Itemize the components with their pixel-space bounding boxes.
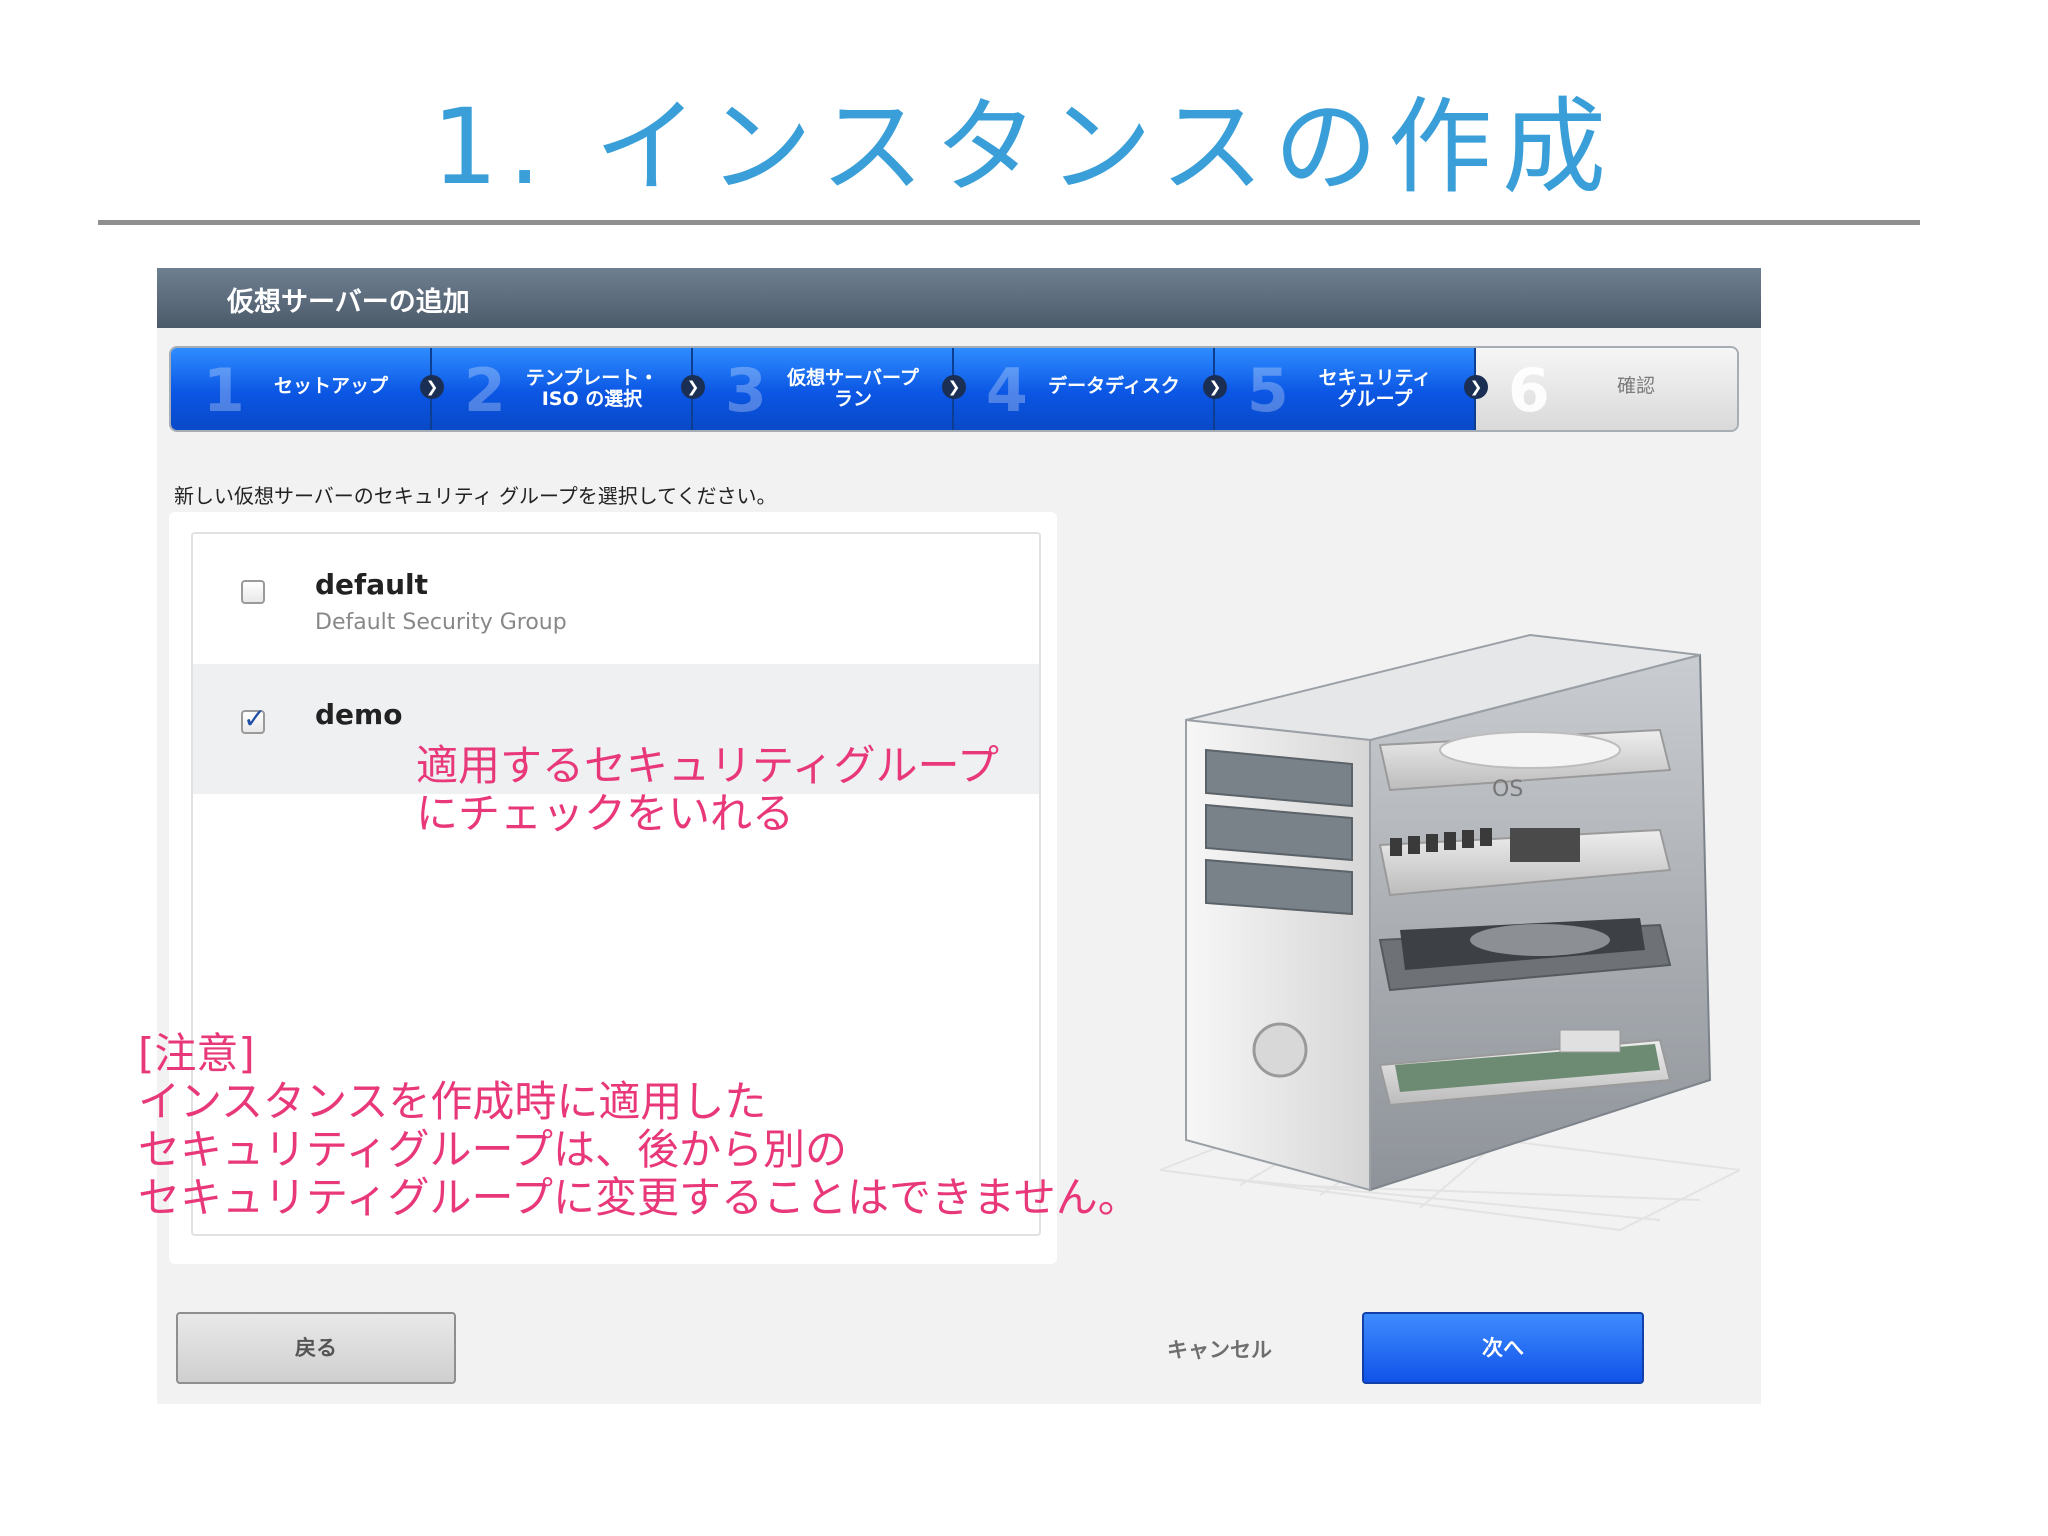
instruction-text: 新しい仮想サーバーのセキュリティ グループを選択してください。 — [174, 484, 777, 508]
step-label: テンプレート・ ISO の選択 — [525, 367, 659, 410]
step-label: セットアップ — [273, 375, 388, 397]
cancel-button[interactable]: キャンセル — [1167, 1334, 1272, 1364]
power-button-icon — [1252, 1022, 1308, 1078]
security-group-checkbox-demo[interactable]: ✓ — [241, 702, 266, 735]
step-number: 1 — [203, 356, 245, 426]
slide-title: 1. インスタンスの作成 — [431, 86, 1617, 208]
security-group-name: demo — [315, 698, 403, 731]
step-number: 3 — [725, 356, 767, 426]
step-label: 確認 — [1616, 375, 1655, 397]
step-setup[interactable]: 1 セットアップ ❯ — [171, 348, 444, 430]
annotation-warning: [注意] インスタンスを作成時に適用した セキュリティグループは、後から別の セ… — [138, 1030, 1140, 1222]
annotation-line: セキュリティグループは、後から別の — [138, 1125, 847, 1174]
annotation-line: [注意] — [138, 1029, 255, 1078]
annotation-line: インスタンスを作成時に適用した — [138, 1077, 767, 1126]
wizard-steps: 1 セットアップ ❯ 2 テンプレート・ ISO の選択 ❯ 3 仮想サーバープ… — [169, 346, 1739, 432]
step-number: 4 — [986, 356, 1028, 426]
chevron-right-icon: ❯ — [420, 375, 444, 399]
step-security-group[interactable]: 5 セキュリティ グループ ❯ — [1215, 348, 1488, 430]
next-button[interactable]: 次へ — [1362, 1312, 1644, 1384]
security-group-name: default — [315, 568, 429, 601]
checkmark-icon: ✓ — [243, 702, 267, 735]
step-label: データディスク — [1048, 375, 1180, 397]
chevron-right-icon: ❯ — [681, 375, 705, 399]
dialog-header: 仮想サーバーの追加 — [157, 268, 1761, 328]
annotation-line: セキュリティグループに変更することはできません。 — [138, 1173, 1140, 1222]
chevron-right-icon: ❯ — [942, 375, 966, 399]
step-number: 6 — [1508, 356, 1550, 426]
step-data-disk[interactable]: 4 データディスク ❯ — [954, 348, 1227, 430]
step-confirm[interactable]: 6 確認 — [1476, 348, 1737, 430]
title-rule — [98, 220, 1920, 225]
annotation-line: にチェックをいれる — [416, 789, 795, 838]
security-group-checkbox-default[interactable] — [241, 580, 265, 604]
step-template-iso[interactable]: 2 テンプレート・ ISO の選択 ❯ — [432, 348, 705, 430]
os-label: OS — [1492, 777, 1523, 802]
drive-bays — [1205, 748, 1353, 916]
server-illustration: OS — [1159, 633, 1740, 1232]
chevron-right-icon: ❯ — [1464, 375, 1488, 399]
security-group-row-default[interactable]: default Default Security Group — [193, 534, 1039, 664]
step-label: 仮想サーバープ ラン — [787, 367, 919, 410]
chevron-right-icon: ❯ — [1203, 375, 1227, 399]
step-server-plan[interactable]: 3 仮想サーバープ ラン ❯ — [693, 348, 966, 430]
security-group-description: Default Security Group — [315, 610, 567, 635]
dialog-title: 仮想サーバーの追加 — [227, 287, 470, 318]
annotation-check-security-group: 適用するセキュリティグループ にチェックをいれる — [416, 742, 999, 838]
back-button[interactable]: 戻る — [176, 1312, 456, 1384]
step-label: セキュリティ グループ — [1318, 367, 1432, 410]
annotation-line: 適用するセキュリティグループ — [416, 741, 999, 790]
step-number: 5 — [1247, 356, 1289, 426]
step-number: 2 — [464, 356, 506, 426]
